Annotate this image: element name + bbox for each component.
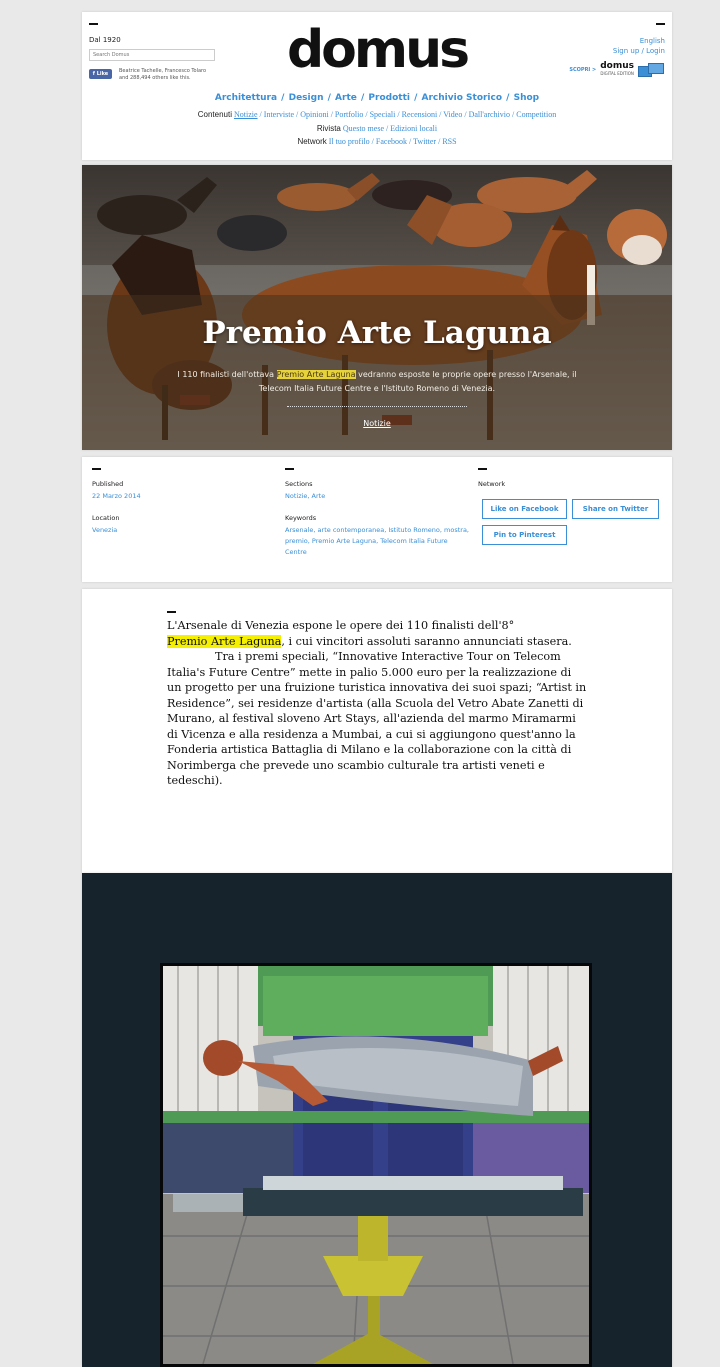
nav-video[interactable]: Video [443, 110, 462, 119]
meta-dash-3 [478, 468, 487, 470]
nav-twitter[interactable]: Twitter [413, 137, 436, 146]
nav-speciali[interactable]: Speciali [370, 110, 396, 119]
p1-before: L'Arsenale di Venezia espone le opere de… [167, 619, 515, 632]
header-dash-left [89, 23, 98, 25]
article-paragraph-2: Tra i premi speciali, “Innovative Intera… [167, 650, 587, 787]
digital-edition-promo[interactable]: SCOPRI > domus DIGITAL EDITION [569, 62, 664, 78]
nav-profilo[interactable]: Il tuo profilo [329, 137, 370, 146]
nav-competition[interactable]: Competition [516, 110, 556, 119]
nav-architettura[interactable]: Architettura [215, 93, 277, 103]
location-value[interactable]: Venezia [92, 525, 117, 536]
scope-logo: domus DIGITAL EDITION [600, 62, 634, 78]
nav-rss[interactable]: RSS [442, 137, 456, 146]
nav-facebook[interactable]: Facebook [376, 137, 407, 146]
hero-subtitle: I 110 finalisti dell'ottava Premio Arte … [162, 368, 592, 396]
network-meta-label: Network [478, 480, 506, 488]
nav-questo-mese[interactable]: Questo mese [343, 124, 384, 133]
rivista-label: Rivista [316, 124, 341, 133]
nav-design[interactable]: Design [289, 93, 324, 103]
since-label: Dal 1920 [89, 36, 121, 44]
meta-dash-1 [92, 468, 101, 470]
sections-value[interactable]: Notizie, Arte [285, 491, 325, 502]
login-link[interactable]: Login [646, 47, 665, 55]
contenuti-label: Contenuti [197, 110, 232, 119]
nav-opinioni[interactable]: Opinioni [300, 110, 328, 119]
nav-edizioni-locali[interactable]: Edizioni locali [390, 124, 437, 133]
facebook-likes-text: Beatrice Tachelle, Francesco Tolaro and … [119, 68, 207, 81]
network-nav: Network Il tuo profilo / Facebook / Twit… [297, 137, 457, 146]
meta-dash-2 [285, 468, 294, 470]
header-account-links: English Sign up / Login [612, 37, 665, 55]
share-twitter-button[interactable]: Share on Twitter [572, 499, 659, 519]
nav-interviste[interactable]: Interviste [264, 110, 294, 119]
article-dash [167, 611, 176, 613]
p1-highlight-link[interactable]: Premio Arte Laguna [167, 634, 282, 648]
contenuti-nav: Contenuti Notizie / Interviste / Opinion… [197, 110, 557, 119]
header-dash-right [656, 23, 665, 25]
hero-banner: Premio Arte Laguna I 110 finalisti dell'… [82, 165, 672, 450]
gallery-section [82, 873, 672, 1367]
scope-label: SCOPRI > [569, 67, 597, 73]
nav-dallarchivio[interactable]: Dall'archivio [469, 110, 510, 119]
fb-like-label: Like [96, 71, 109, 77]
published-label: Published [92, 480, 124, 488]
nav-archivio-storico[interactable]: Archivio Storico [422, 93, 503, 103]
devices-icon [638, 63, 664, 77]
nav-notizie[interactable]: Notizie [234, 110, 258, 119]
nav-portfolio[interactable]: Portfolio [335, 110, 363, 119]
scope-sub: DIGITAL EDITION [600, 71, 634, 76]
rivista-nav: Rivista Questo mese / Edizioni locali [316, 124, 438, 133]
network-label: Network [297, 137, 327, 146]
domus-logo[interactable]: domus [282, 20, 472, 80]
keywords-value[interactable]: Arsenale, arte contemporanea, Istituto R… [285, 525, 470, 558]
published-date[interactable]: 22 Marzo 2014 [92, 491, 141, 502]
nav-shop[interactable]: Shop [514, 93, 540, 103]
levitation-photo[interactable] [160, 963, 592, 1367]
signup-link[interactable]: Sign up [613, 47, 639, 55]
article-paragraph-1: L'Arsenale di Venezia espone le opere de… [167, 618, 587, 649]
hero-title: Premio Arte Laguna [202, 315, 552, 351]
hero-sub-highlight: Premio Arte Laguna [276, 370, 356, 379]
nav-recensioni[interactable]: Recensioni [402, 110, 438, 119]
article-meta: Published 22 Marzo 2014 Location Venezia… [82, 457, 672, 582]
language-link[interactable]: English [640, 37, 665, 45]
hero-divider [287, 406, 467, 407]
hero-sub-before: I 110 finalisti dell'ottava [177, 370, 277, 379]
sections-label: Sections [285, 480, 313, 488]
hero-category-link[interactable]: Notizie [82, 419, 672, 428]
nav-arte[interactable]: Arte [335, 93, 357, 103]
main-nav: Architettura / Design / Arte / Prodotti … [214, 93, 540, 103]
article-body: L'Arsenale di Venezia espone le opere de… [82, 589, 672, 873]
levitation-photo-image [163, 966, 589, 1364]
nav-prodotti[interactable]: Prodotti [368, 93, 410, 103]
like-facebook-button[interactable]: Like on Facebook [482, 499, 567, 519]
facebook-like-button[interactable]: f Like [89, 69, 112, 79]
p1-after: , i cui vincitori assoluti saranno annun… [281, 634, 572, 648]
pin-pinterest-button[interactable]: Pin to Pinterest [482, 525, 567, 545]
keywords-label: Keywords [285, 514, 317, 522]
search-input[interactable] [89, 49, 215, 61]
location-label: Location [92, 514, 120, 522]
article-text: L'Arsenale di Venezia espone le opere de… [167, 618, 587, 789]
site-header: Dal 1920 f Like Beatrice Tachelle, Franc… [82, 12, 672, 160]
